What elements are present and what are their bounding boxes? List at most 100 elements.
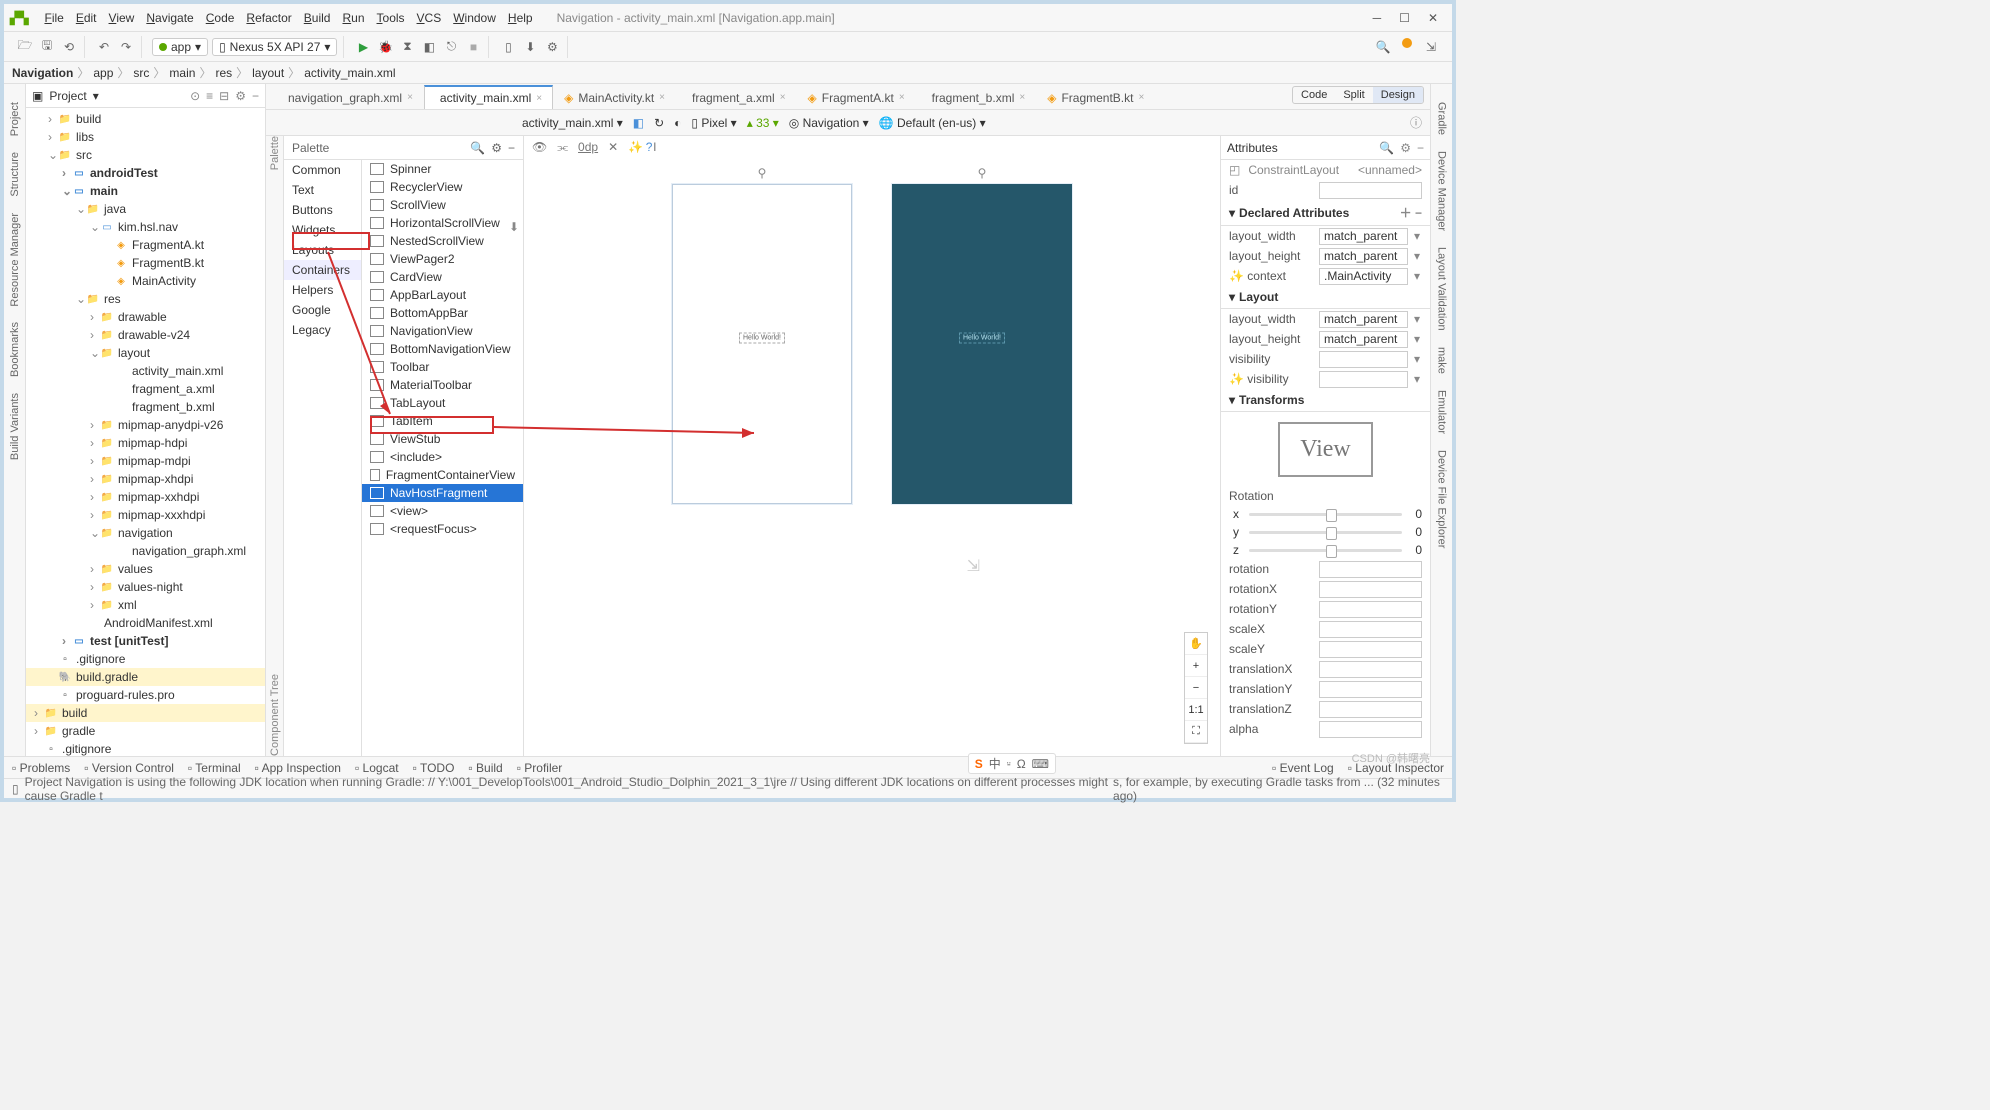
palette-item[interactable]: ViewPager2	[362, 250, 523, 268]
menu-build[interactable]: Build	[298, 11, 337, 25]
notification-icon[interactable]	[1402, 38, 1412, 48]
avd-icon[interactable]: ▯	[499, 38, 517, 56]
menu-window[interactable]: Window	[447, 11, 502, 25]
info-icon[interactable]: ⓘ	[1410, 114, 1422, 131]
palette-categories[interactable]: CommonTextButtonsWidgetsLayoutsContainer…	[284, 160, 362, 756]
attr-value[interactable]: match_parent	[1319, 331, 1408, 348]
open-icon[interactable]: 🗁	[16, 38, 34, 56]
tree-node[interactable]: navigation_graph.xml	[26, 542, 265, 560]
palette-item[interactable]: <requestFocus>	[362, 520, 523, 538]
zoom-btn[interactable]: −	[1185, 677, 1207, 699]
ime-toolbar[interactable]: S中⸚Ω⌨	[968, 753, 1056, 774]
tree-node[interactable]: ›📁mipmap-hdpi	[26, 434, 265, 452]
menu-help[interactable]: Help	[502, 11, 539, 25]
tool-structure[interactable]: Structure	[9, 144, 21, 205]
attach-icon[interactable]: ⎋	[442, 38, 460, 56]
attr-value[interactable]: .MainActivity	[1319, 268, 1408, 285]
hide-icon[interactable]: −	[1417, 141, 1424, 155]
tree-node[interactable]: ›▭androidTest	[26, 164, 265, 182]
attr-value[interactable]	[1319, 721, 1422, 738]
close-icon[interactable]: ✕	[1428, 11, 1438, 25]
undo-icon[interactable]: ↶	[95, 38, 113, 56]
tool-gradle[interactable]: Gradle	[1436, 94, 1448, 143]
ime-btn[interactable]: ⌨	[1032, 757, 1049, 771]
status-problems[interactable]: ▫ Problems	[12, 761, 70, 775]
attr-value[interactable]	[1319, 701, 1422, 718]
tree-node[interactable]: ▫.gitignore	[26, 650, 265, 668]
zoom-btn[interactable]: ✋	[1185, 633, 1207, 655]
zoom-btn[interactable]: +	[1185, 655, 1207, 677]
stop-icon[interactable]: ■	[464, 38, 482, 56]
project-dropdown-icon[interactable]: ▣	[32, 89, 43, 103]
palette-item[interactable]: RecyclerView	[362, 178, 523, 196]
tree-node[interactable]: ▫proguard-rules.pro	[26, 686, 265, 704]
zoom-btn[interactable]: 1:1	[1185, 699, 1207, 721]
palette-item[interactable]: BottomAppBar	[362, 304, 523, 322]
section-layout[interactable]: ▾ Layout	[1229, 290, 1422, 304]
tree-node[interactable]: ›📁gradle	[26, 722, 265, 740]
tree-node[interactable]: ›▭test [unitTest]	[26, 632, 265, 650]
menu-vcs[interactable]: VCS	[411, 11, 448, 25]
editor-tab[interactable]: activity_main.xml×	[424, 85, 553, 109]
menu-file[interactable]: File	[38, 11, 69, 25]
tree-node[interactable]: ›📁drawable	[26, 308, 265, 326]
breadcrumb-1[interactable]: app	[93, 66, 113, 80]
attr-value[interactable]	[1319, 621, 1422, 638]
sdk-icon[interactable]: ⬇	[521, 38, 539, 56]
debug-icon[interactable]: 🐞	[376, 38, 394, 56]
palette-category-legacy[interactable]: Legacy	[284, 320, 361, 340]
attr-value[interactable]	[1319, 661, 1422, 678]
palette-item[interactable]: <view>	[362, 502, 523, 520]
sync-icon[interactable]: ⟲	[60, 38, 78, 56]
breadcrumb-2[interactable]: src	[133, 66, 149, 80]
theme-picker[interactable]: ◎ Navigation ▾	[789, 116, 869, 130]
close-icon[interactable]: ×	[407, 92, 413, 103]
slider[interactable]	[1249, 513, 1402, 516]
palette-item[interactable]: <include>	[362, 448, 523, 466]
component-tree-side-label[interactable]: Component Tree	[269, 668, 281, 756]
palette-category-google[interactable]: Google	[284, 300, 361, 320]
breadcrumb-5[interactable]: layout	[252, 66, 284, 80]
attr-value[interactable]	[1319, 581, 1422, 598]
profile-icon[interactable]: ⧗	[398, 38, 416, 56]
menu-tools[interactable]: Tools	[371, 11, 411, 25]
run-icon[interactable]: ▶	[354, 38, 372, 56]
device-preview-design[interactable]: Hello World!	[672, 184, 852, 504]
tree-node[interactable]: 🐘build.gradle	[26, 668, 265, 686]
palette-item[interactable]: TabItem	[362, 412, 523, 430]
project-tree[interactable]: ›📁build›📁libs⌄📁src›▭androidTest⌄▭main⌄📁j…	[26, 108, 265, 756]
help-icon[interactable]: ?	[646, 140, 653, 154]
tree-node[interactable]: ›📁mipmap-xxxhdpi	[26, 506, 265, 524]
ime-btn[interactable]: Ω	[1017, 757, 1026, 771]
resize-handle-icon[interactable]: ⇲	[967, 556, 980, 576]
palette-items[interactable]: ⬇ SpinnerRecyclerViewScrollViewHorizonta…	[362, 160, 523, 756]
file-selector[interactable]: activity_main.xml ▾	[522, 116, 623, 130]
attr-value[interactable]	[1319, 641, 1422, 658]
device-combo[interactable]: ▯ Nexus 5X API 27 ▾	[212, 38, 337, 56]
zoom-btn[interactable]: ⛶	[1185, 721, 1207, 743]
palette-item[interactable]: BottomNavigationView	[362, 340, 523, 358]
palette-item[interactable]: NavHostFragment	[362, 484, 523, 502]
tool-make[interactable]: make	[1436, 339, 1448, 382]
tree-node[interactable]: ›📁xml	[26, 596, 265, 614]
breadcrumb-4[interactable]: res	[215, 66, 232, 80]
save-icon[interactable]: 🖫	[38, 38, 56, 56]
tree-node[interactable]: ›📁build	[26, 704, 265, 722]
view-mode-switch[interactable]: Code Split Design	[1292, 86, 1424, 104]
tree-node[interactable]: activity_main.xml	[26, 362, 265, 380]
section-declared[interactable]: ▾ Declared Attributes＋ −	[1229, 204, 1422, 221]
breadcrumb-3[interactable]: main	[169, 66, 195, 80]
device-preview-blueprint[interactable]: Hello World!	[892, 184, 1072, 504]
tree-node[interactable]: ⌄📁java	[26, 200, 265, 218]
gear-icon[interactable]: ⚙	[1400, 141, 1411, 155]
guidelines-icon[interactable]: I	[653, 140, 656, 155]
palette-item[interactable]: Toolbar	[362, 358, 523, 376]
tree-node[interactable]: ◈FragmentB.kt	[26, 254, 265, 272]
attr-value[interactable]: match_parent	[1319, 311, 1408, 328]
close-icon[interactable]: ×	[780, 92, 786, 103]
search-icon[interactable]: 🔍	[1374, 38, 1392, 56]
attr-value[interactable]	[1319, 681, 1422, 698]
tool-project[interactable]: Project	[9, 94, 21, 144]
tree-node[interactable]: ›📁mipmap-anydpi-v26	[26, 416, 265, 434]
close-icon[interactable]: ×	[1138, 92, 1144, 103]
